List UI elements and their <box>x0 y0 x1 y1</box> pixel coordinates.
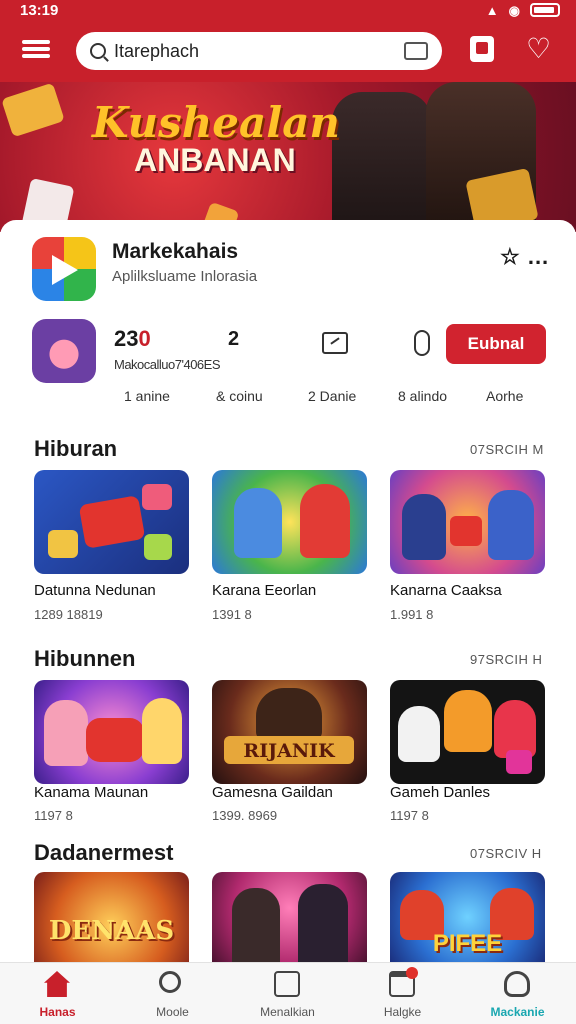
tile-art-text: DENAAS <box>48 916 175 946</box>
download-count: Makocalluo7'406ES <box>114 357 221 372</box>
nav-search[interactable]: Moole <box>115 963 230 1024</box>
section-title: Hibunnen <box>34 646 136 671</box>
banner-hero-left <box>332 92 432 232</box>
nav-label: Halgke <box>383 1005 422 1019</box>
game-thumbnail <box>32 319 96 383</box>
tile-art-text: RIJANIK <box>243 740 335 762</box>
meta-item: Aorhe <box>486 388 524 404</box>
meta-item: & coinu <box>216 388 263 404</box>
install-button[interactable]: Eubnal <box>446 324 546 364</box>
promo-banner[interactable]: Kushealan ANBANAN <box>0 82 576 232</box>
game-tile[interactable] <box>212 872 367 962</box>
meta-item: 2 Danie <box>308 388 357 404</box>
rating-value: 230 <box>114 326 151 351</box>
search-icon <box>90 43 106 59</box>
game-meta: 1391 8 <box>212 607 252 622</box>
trend-icon[interactable] <box>322 332 348 354</box>
meta-item: 1 anine <box>124 388 170 404</box>
wifi-icon: ◉ <box>508 3 520 18</box>
nav-box[interactable]: Menalkian <box>230 963 345 1024</box>
game-meta: 1289 18819 <box>34 607 103 622</box>
section-see-all[interactable]: 07SRCIV H <box>470 846 542 861</box>
nav-label: Moole <box>156 1005 189 1019</box>
play-icon <box>52 255 78 285</box>
game-meta: 1399. 8969 <box>212 808 278 823</box>
box-icon <box>274 971 300 997</box>
game-meta: 1197 8 <box>34 808 73 823</box>
bottom-nav: Hanas Moole Menalkian Halgke Mackanie <box>0 962 576 1024</box>
more-options-icon[interactable]: ☆ ... <box>500 244 549 270</box>
notification-dot <box>406 967 418 979</box>
game-meta: 1.991 8 <box>390 607 434 622</box>
game-title[interactable]: Karana Eeorlan <box>212 582 316 599</box>
game-tile[interactable] <box>212 470 367 574</box>
game-tile[interactable] <box>34 470 189 574</box>
game-title[interactable]: Datunna Nedunan <box>34 582 156 599</box>
app-header: 13:19 ▲ ◉ Itarephach ♡ <box>0 0 576 82</box>
status-time: 13:19 <box>20 2 59 19</box>
camera-icon[interactable] <box>404 42 428 60</box>
meta-row: 1 anine & coinu 2 Danie 8 alindo Aorhe <box>0 388 576 408</box>
nav-label: Hanas <box>39 1005 76 1019</box>
search-input[interactable]: Itarephach <box>114 41 404 62</box>
game-tile[interactable]: DENAAS <box>34 872 189 962</box>
user-icon <box>504 971 530 997</box>
game-meta: 1197 8 <box>390 808 429 823</box>
game-title[interactable]: Gameh Danles <box>390 784 490 801</box>
nav-label: Mackanie <box>490 1005 545 1019</box>
status-bar: 13:19 ▲ ◉ <box>0 0 576 24</box>
game-tile[interactable] <box>390 470 545 574</box>
heart-icon[interactable]: ♡ <box>526 35 551 63</box>
tile-art-text: PIFEE <box>432 930 503 957</box>
game-tile[interactable]: PIFEE <box>390 872 545 962</box>
signal-icon: ▲ <box>485 3 499 18</box>
app-subtitle: Aplilksluame Inlorasia <box>112 268 258 285</box>
nav-label: Menalkian <box>260 1005 315 1019</box>
banner-title: Kushealan <box>92 98 340 147</box>
nav-home[interactable]: Hanas <box>0 963 115 1024</box>
game-tile[interactable] <box>34 680 189 784</box>
home-icon <box>44 971 70 997</box>
battery-icon <box>530 3 560 17</box>
search-icon <box>159 971 181 993</box>
banner-chip <box>1 82 65 138</box>
menu-icon[interactable] <box>22 37 52 63</box>
app-logo <box>32 237 96 301</box>
section-see-all[interactable]: 07SRCIH M <box>470 442 544 457</box>
banner-subtitle: ANBANAN <box>134 142 296 178</box>
game-tile[interactable] <box>390 680 545 784</box>
nav-cart[interactable]: Halgke <box>345 963 460 1024</box>
game-title[interactable]: Kanarna Caaksa <box>390 582 502 599</box>
bag-icon[interactable] <box>470 36 494 62</box>
share-icon[interactable] <box>414 330 430 356</box>
meta-item: 8 alindo <box>398 388 448 404</box>
game-title[interactable]: Gamesna Gaildan <box>212 784 333 801</box>
search-bar[interactable]: Itarephach <box>76 32 442 70</box>
game-tile[interactable]: RIJANIK <box>212 680 367 784</box>
section-see-all[interactable]: 97SRCIH H <box>470 652 542 667</box>
game-title[interactable]: Kanama Maunan <box>34 784 148 801</box>
section-title: Dadanermest <box>34 840 174 865</box>
section-title: Hiburan <box>34 436 118 461</box>
stat-value: 2 <box>228 328 240 350</box>
nav-profile[interactable]: Mackanie <box>460 963 575 1024</box>
app-name: Markekahais <box>112 240 239 263</box>
